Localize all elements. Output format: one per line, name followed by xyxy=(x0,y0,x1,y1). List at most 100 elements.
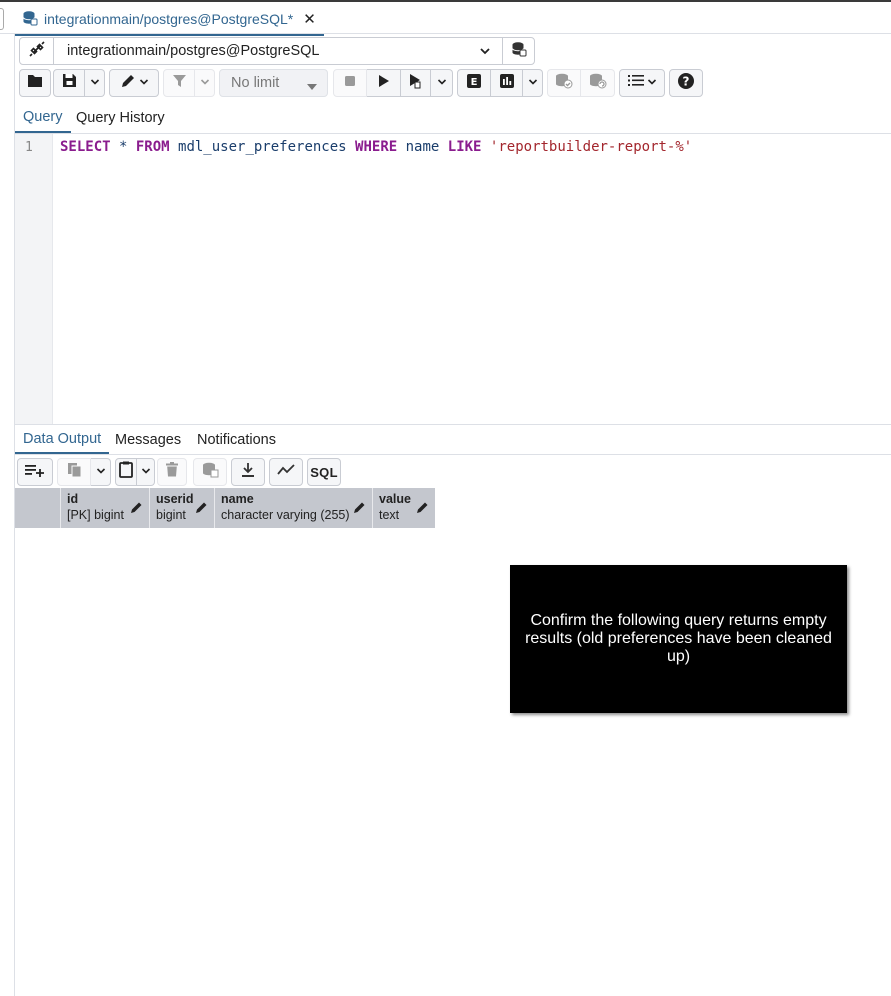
chevron-down-icon xyxy=(139,74,149,92)
play-script-icon xyxy=(408,73,424,94)
column-type: character varying (255) xyxy=(221,508,350,522)
macros-button[interactable] xyxy=(619,69,665,97)
folder-icon xyxy=(27,74,43,93)
execute-options-dropdown[interactable] xyxy=(431,69,453,97)
instruction-tooltip: Confirm the following query returns empt… xyxy=(510,565,847,713)
sql-token: WHERE xyxy=(355,139,398,155)
column-header-name[interactable]: name character varying (255) xyxy=(214,488,372,528)
database-add-icon xyxy=(511,41,527,62)
caret-down-icon xyxy=(307,79,317,95)
tab-messages[interactable]: Messages xyxy=(107,425,189,454)
chevron-down-icon xyxy=(437,74,447,92)
save-options-dropdown[interactable] xyxy=(85,69,105,97)
help-icon: ? xyxy=(677,72,695,95)
explain-analyze-button[interactable] xyxy=(491,69,523,97)
column-name: name xyxy=(221,492,254,506)
database-icon xyxy=(22,10,38,29)
execute-script-button[interactable] xyxy=(401,69,431,97)
close-tab-icon[interactable]: ✕ xyxy=(303,10,316,28)
explain-options-dropdown[interactable] xyxy=(523,69,543,97)
add-row-icon xyxy=(25,463,45,482)
add-row-button[interactable] xyxy=(17,458,53,486)
pencil-icon[interactable] xyxy=(130,501,143,519)
paste-button[interactable] xyxy=(115,458,137,486)
filter-icon xyxy=(172,74,187,93)
database-save-icon xyxy=(202,462,219,483)
help-button[interactable]: ? xyxy=(669,69,703,97)
connection-bar: integrationmain/postgres@PostgreSQL xyxy=(19,37,535,65)
row-limit-select[interactable]: No limit xyxy=(219,69,328,97)
tab-query-history[interactable]: Query History xyxy=(68,102,173,133)
chevron-down-icon xyxy=(647,74,657,92)
save-file-button[interactable] xyxy=(53,69,85,97)
column-header-value[interactable]: value text xyxy=(372,488,435,528)
execute-button[interactable] xyxy=(367,69,401,97)
sql-token: name xyxy=(397,139,448,155)
filter-options-dropdown[interactable] xyxy=(195,69,215,97)
play-icon xyxy=(377,74,391,93)
chevron-down-icon xyxy=(479,45,491,61)
svg-text:E: E xyxy=(471,77,478,88)
stop-icon xyxy=(344,74,356,92)
row-header-corner[interactable] xyxy=(15,488,60,528)
sql-token: * xyxy=(110,139,136,155)
sql-button[interactable]: SQL xyxy=(307,458,341,486)
edit-button[interactable] xyxy=(109,69,159,97)
new-connection-button[interactable] xyxy=(502,38,534,64)
copy-options-dropdown[interactable] xyxy=(91,458,111,486)
graph-visualiser-button[interactable] xyxy=(269,458,303,486)
database-undo-icon xyxy=(589,73,607,94)
tab-notifications[interactable]: Notifications xyxy=(189,425,284,454)
tab-title: integrationmain/postgres@PostgreSQL* xyxy=(44,11,294,27)
column-header-id[interactable]: id [PK] bigint xyxy=(60,488,149,528)
row-limit-value: No limit xyxy=(231,75,280,91)
pencil-icon xyxy=(120,73,136,94)
pencil-icon[interactable] xyxy=(353,501,366,519)
delete-row-button[interactable] xyxy=(157,458,187,486)
connection-status-button[interactable] xyxy=(20,38,54,64)
sql-token: 'reportbuilder-report-%' xyxy=(489,139,693,155)
line-gutter: 1 xyxy=(15,134,53,424)
connection-value: integrationmain/postgres@PostgreSQL xyxy=(67,43,320,59)
sql-editor[interactable]: 1 SELECT * FROM mdl_user_preferences WHE… xyxy=(15,134,891,424)
pencil-icon[interactable] xyxy=(416,501,429,519)
column-header-userid[interactable]: userid bigint xyxy=(149,488,214,528)
explain-button[interactable]: E xyxy=(457,69,491,97)
sql-token: mdl_user_preferences xyxy=(169,139,356,155)
sql-token: FROM xyxy=(135,139,170,155)
chevron-down-icon xyxy=(90,74,100,92)
trash-icon xyxy=(166,462,178,482)
download-icon xyxy=(241,462,255,483)
cancel-query-button[interactable] xyxy=(333,69,367,97)
filter-button[interactable] xyxy=(163,69,195,97)
data-grid-header: id [PK] bigint userid bigint name charac… xyxy=(15,488,435,528)
tab-data-output[interactable]: Data Output xyxy=(15,425,110,454)
query-tool-panel: integrationmain/postgres@PostgreSQL No l… xyxy=(14,34,891,996)
download-button[interactable] xyxy=(231,458,265,486)
connection-link-icon xyxy=(28,40,46,63)
chevron-down-icon xyxy=(528,74,538,92)
sql-code-line[interactable]: SELECT * FROM mdl_user_preferences WHERE… xyxy=(60,139,692,155)
open-file-button[interactable] xyxy=(19,69,51,97)
chevron-down-icon xyxy=(141,463,151,481)
copy-button[interactable] xyxy=(57,458,91,486)
svg-text:?: ? xyxy=(683,74,690,88)
sql-token: LIKE xyxy=(447,139,482,155)
save-data-button[interactable] xyxy=(193,458,227,486)
rollback-button[interactable] xyxy=(581,69,615,97)
tab-query[interactable]: Query xyxy=(15,102,71,133)
pencil-icon[interactable] xyxy=(195,501,208,519)
commit-button[interactable] xyxy=(547,69,581,97)
document-tab-bar: integrationmain/postgres@PostgreSQL* ✕ xyxy=(0,0,891,36)
connection-select[interactable]: integrationmain/postgres@PostgreSQL xyxy=(55,38,503,64)
database-check-icon xyxy=(555,73,573,94)
result-tabs: Data Output Messages Notifications xyxy=(15,424,891,455)
instruction-text: Confirm the following query returns empt… xyxy=(525,612,832,665)
paste-options-dropdown[interactable] xyxy=(137,458,155,486)
query-tool-tab[interactable]: integrationmain/postgres@PostgreSQL* ✕ xyxy=(14,4,324,36)
query-tabs: Query Query History xyxy=(15,102,891,134)
chevron-down-icon xyxy=(200,74,210,92)
collapsed-panel-edge[interactable] xyxy=(0,8,4,30)
clipboard-icon xyxy=(119,461,133,483)
